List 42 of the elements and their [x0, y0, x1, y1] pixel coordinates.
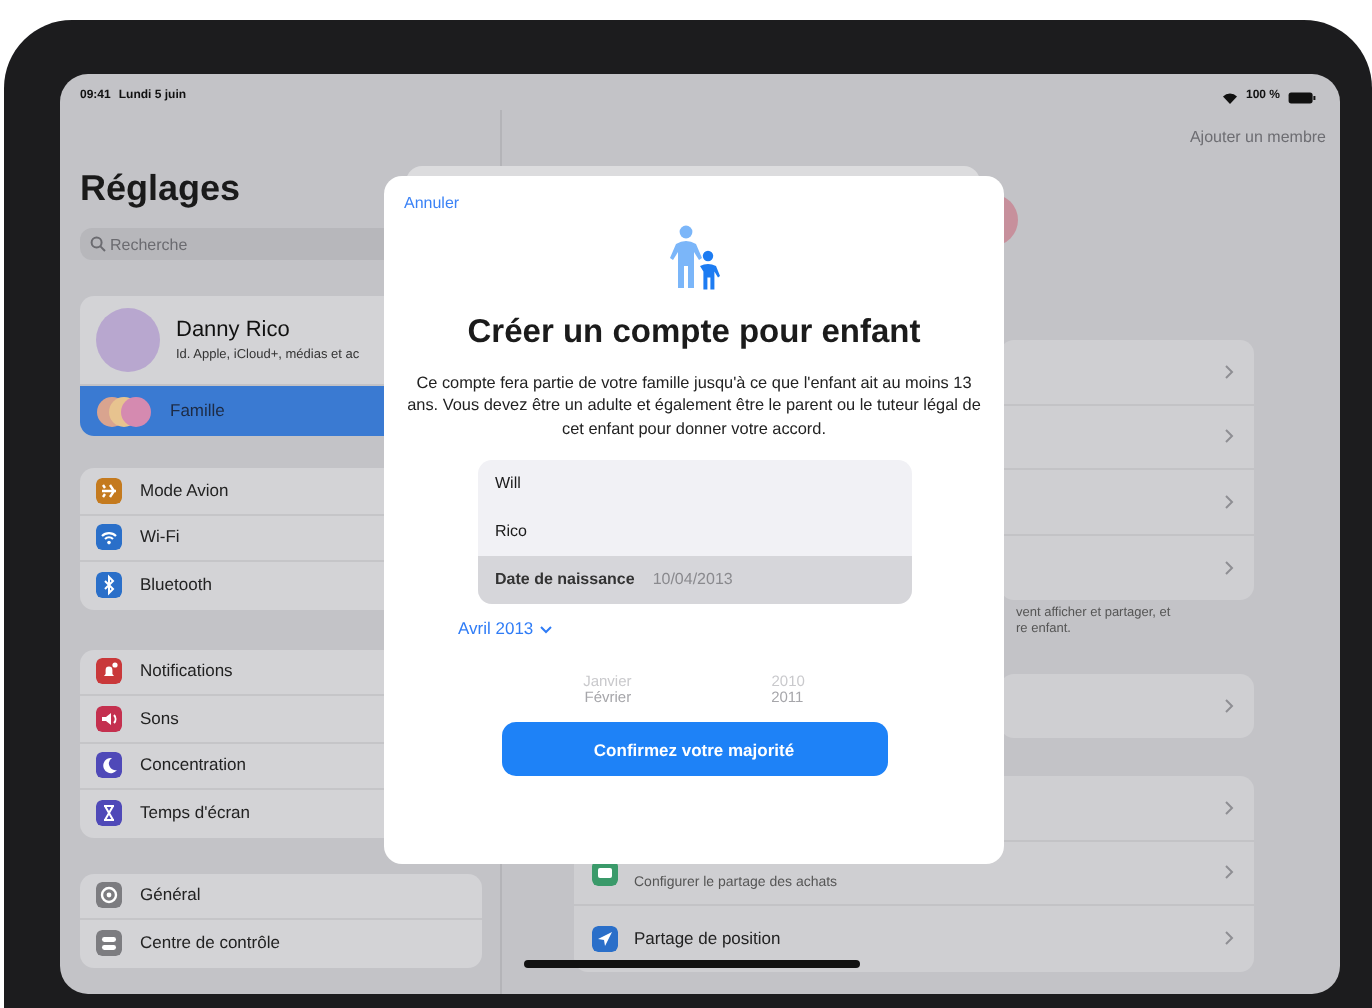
- profile-name: Danny Rico: [176, 315, 292, 346]
- sidebar-item-label: Bluetooth: [140, 572, 212, 599]
- chevron-icon: [1224, 930, 1234, 947]
- chevron-icon: [1224, 559, 1234, 576]
- sidebar-item[interactable]: Bluetooth: [80, 562, 482, 609]
- field-value: 10/04/2013: [652, 568, 733, 593]
- name-field[interactable]: Will: [477, 460, 911, 509]
- chevron-icon: [1224, 493, 1234, 510]
- name-field[interactable]: Rico: [477, 508, 911, 557]
- dialog-title: Créer un compte pour enfant: [465, 312, 923, 354]
- sidebar-item-label: Concentration: [140, 752, 246, 779]
- avatar-group-icon: [96, 395, 152, 427]
- row-title: Partage de position: [634, 925, 781, 952]
- sidebar-item-label: Sons: [140, 705, 179, 732]
- sidebar-item-label: Centre de contrôle: [140, 930, 280, 957]
- field-value: Rico: [495, 520, 528, 545]
- sidebar-item[interactable]: Général: [80, 873, 482, 920]
- search-icon: [90, 236, 106, 252]
- chevron-icon: [1224, 799, 1234, 816]
- chevron-down-icon: [539, 625, 552, 634]
- sidebar-item-label: Mode Avion: [140, 477, 229, 504]
- sidebar-title: Réglages: [80, 166, 241, 212]
- sidebar-item-label: Général: [140, 882, 201, 909]
- field-value: Will: [495, 472, 521, 497]
- sidebar-item-label: Famille: [170, 398, 225, 424]
- battery-icon: [1288, 91, 1316, 103]
- date-field[interactable]: Date de naissance 10/04/2013: [477, 556, 911, 605]
- sidebar-item-label: Temps d'écran: [140, 800, 251, 827]
- sidebar-item-label: Wi-Fi: [140, 524, 180, 551]
- field-label: Date de naissance: [495, 568, 635, 593]
- wifi-icon: [1221, 91, 1238, 103]
- sidebar-item[interactable]: Temps d'écran: [80, 790, 482, 837]
- chevron-icon: [1224, 697, 1234, 714]
- cancel-link[interactable]: Annuler: [404, 192, 460, 216]
- avatar-circle: [96, 308, 160, 372]
- sidebar-item[interactable]: Centre de contrôle: [80, 920, 482, 967]
- confirm-button[interactable]: Confirmez votre majorité: [501, 722, 887, 777]
- chevron-icon: [1224, 363, 1234, 380]
- chevron-icon: [1224, 864, 1234, 881]
- chevron-icon: [1224, 428, 1234, 445]
- month-picker-button[interactable]: Avril 2013: [458, 616, 552, 642]
- sidebar-item-label: Notifications: [140, 658, 233, 685]
